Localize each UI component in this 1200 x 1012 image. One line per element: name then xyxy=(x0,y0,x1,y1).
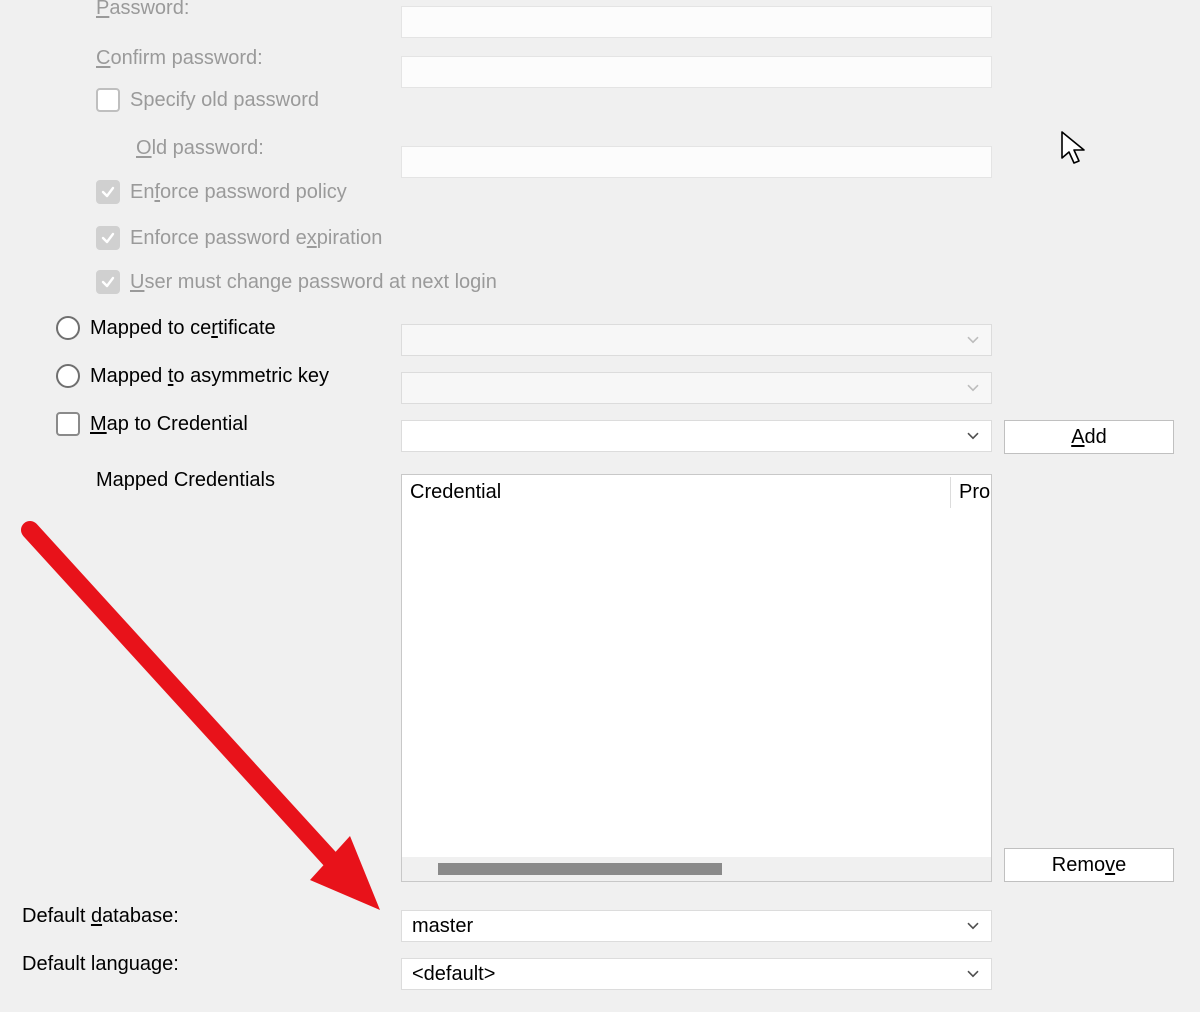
mapped-to-certificate-label: Mapped to certificate xyxy=(90,317,276,340)
map-to-credential-label: Map to Credential xyxy=(90,413,248,436)
column-header-provider[interactable]: Pro xyxy=(950,477,991,508)
asymmetric-key-combo xyxy=(401,372,992,404)
column-header-credential[interactable]: Credential xyxy=(402,477,950,508)
default-database-combo[interactable]: master xyxy=(401,910,992,942)
remove-button[interactable]: Remove xyxy=(1004,848,1174,882)
annotation-arrow xyxy=(10,510,410,930)
mapped-to-certificate-radio[interactable] xyxy=(56,316,80,340)
must-change-password-label: User must change password at next login xyxy=(130,271,497,294)
chevron-down-icon xyxy=(965,965,981,981)
enforce-policy-label: Enforce password policy xyxy=(130,181,347,204)
default-language-value: <default> xyxy=(412,963,495,986)
password-input xyxy=(401,6,992,38)
check-icon xyxy=(100,274,116,290)
chevron-down-icon xyxy=(965,427,981,443)
confirm-password-label: Confirm password: xyxy=(96,47,263,70)
mapped-credentials-label: Mapped Credentials xyxy=(96,469,275,492)
cursor-icon xyxy=(1060,130,1088,166)
chevron-down-icon xyxy=(965,917,981,933)
mapped-to-asymmetric-key-label: Mapped to asymmetric key xyxy=(90,365,329,388)
login-properties-form: Password: Confirm password: Specify old … xyxy=(0,0,1200,1012)
default-database-label: Default database: xyxy=(22,905,179,928)
old-password-label: Old password: xyxy=(136,137,264,160)
specify-old-password-label: Specify old password xyxy=(130,89,319,112)
scrollbar-thumb[interactable] xyxy=(438,863,722,875)
enforce-policy-checkbox xyxy=(96,180,120,204)
password-label: Password: xyxy=(96,0,189,20)
add-button[interactable]: Add xyxy=(1004,420,1174,454)
enforce-expiration-label: Enforce password expiration xyxy=(130,227,382,250)
chevron-down-icon xyxy=(965,331,981,347)
certificate-combo xyxy=(401,324,992,356)
old-password-input xyxy=(401,146,992,178)
default-language-combo[interactable]: <default> xyxy=(401,958,992,990)
check-icon xyxy=(100,184,116,200)
default-language-label: Default language: xyxy=(22,953,179,976)
confirm-password-input xyxy=(401,56,992,88)
check-icon xyxy=(100,230,116,246)
default-database-value: master xyxy=(412,915,473,938)
credential-combo[interactable] xyxy=(401,420,992,452)
mapped-to-asymmetric-key-radio[interactable] xyxy=(56,364,80,388)
enforce-expiration-checkbox xyxy=(96,226,120,250)
chevron-down-icon xyxy=(965,379,981,395)
horizontal-scrollbar[interactable] xyxy=(402,857,991,881)
mapped-credentials-list[interactable]: Credential Pro xyxy=(401,474,992,882)
specify-old-password-checkbox xyxy=(96,88,120,112)
map-to-credential-checkbox[interactable] xyxy=(56,412,80,436)
must-change-password-checkbox xyxy=(96,270,120,294)
